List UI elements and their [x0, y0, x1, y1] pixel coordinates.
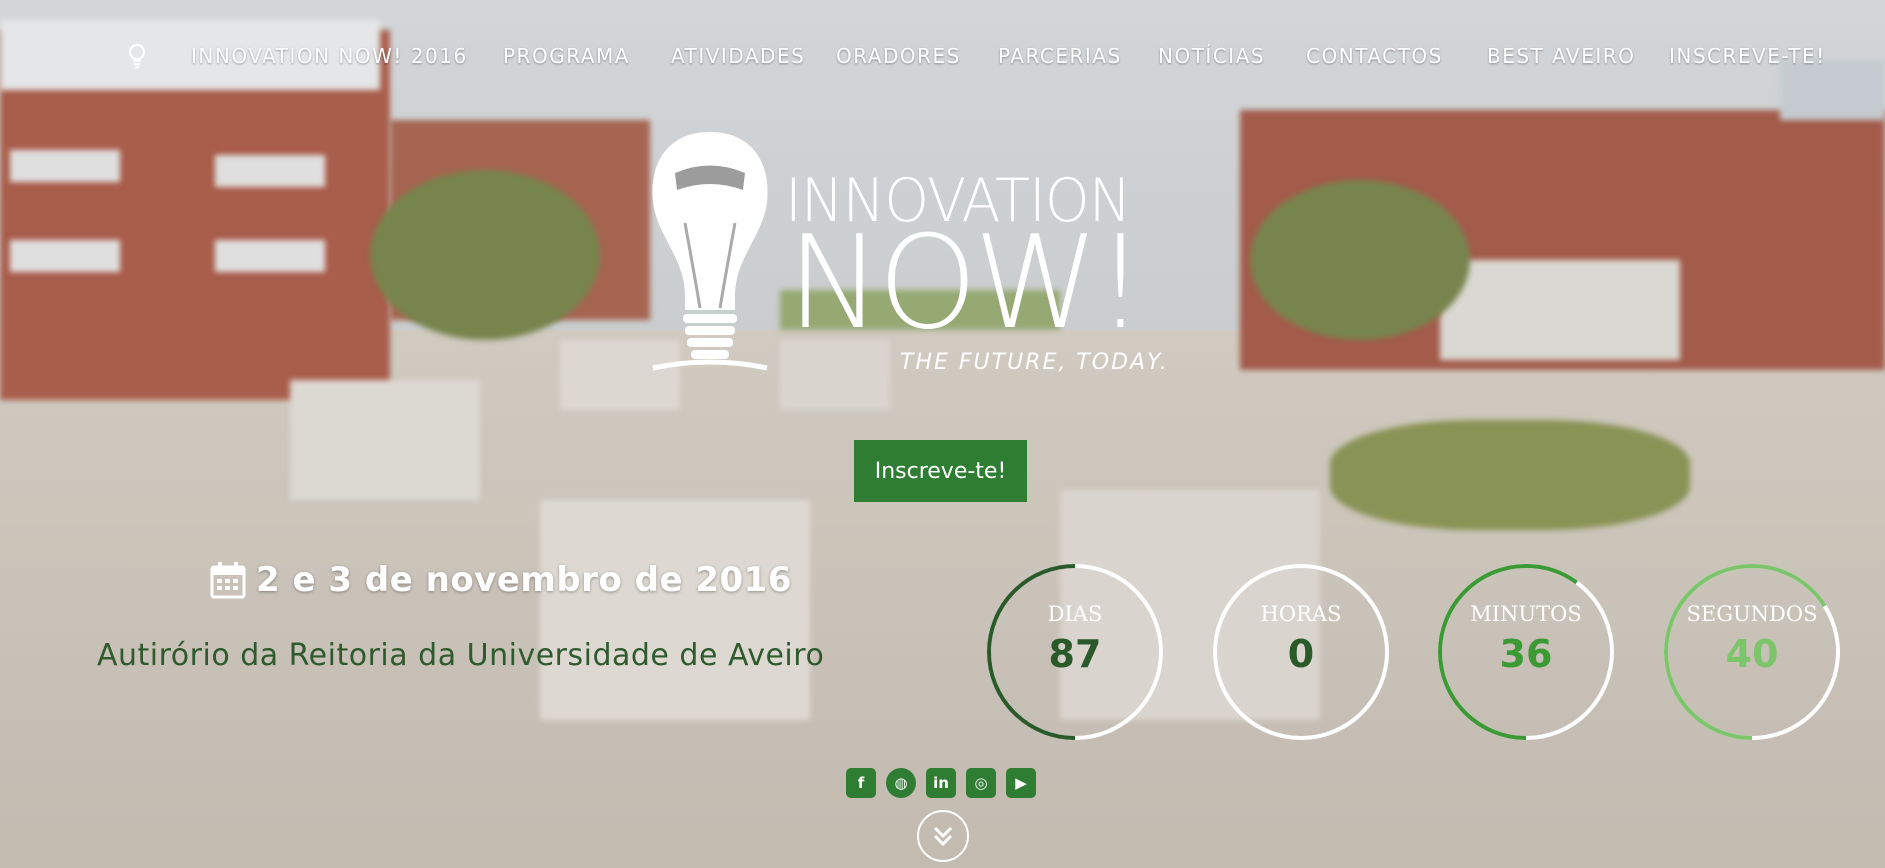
- countdown-minutes-label: MINUTOS: [1470, 602, 1582, 626]
- nav-item-inscreve-te[interactable]: INSCREVE-TE!: [1669, 44, 1826, 68]
- countdown-minutes: MINUTOS 36: [1436, 562, 1616, 742]
- logo-bulb-icon: [652, 132, 768, 371]
- countdown-days-label: DIAS: [1047, 602, 1103, 626]
- lightbulb-icon[interactable]: [128, 44, 146, 70]
- countdown-seconds-label: SEGUNDOS: [1686, 602, 1818, 626]
- register-button[interactable]: Inscreve-te!: [854, 440, 1027, 502]
- linkedin-icon[interactable]: in: [926, 768, 956, 798]
- event-venue: Autirório da Reitoria da Universidade de…: [97, 638, 825, 673]
- nav-item-oradores[interactable]: ORADORES: [836, 44, 961, 68]
- nav-item-atividades[interactable]: ATIVIDADES: [671, 44, 805, 68]
- nav-item-contactos[interactable]: CONTACTOS: [1306, 44, 1443, 68]
- scroll-down-button[interactable]: [917, 810, 969, 862]
- double-chevron-down-icon: [933, 826, 953, 847]
- nav-item-best-aveiro[interactable]: BEST AVEIRO: [1487, 44, 1635, 68]
- countdown-days-value: 87: [1048, 632, 1102, 676]
- countdown-seconds-value: 40: [1725, 632, 1779, 676]
- event-date-text: 2 e 3 de novembro de 2016: [256, 560, 792, 600]
- nav-item-programa[interactable]: PROGRAMA: [503, 44, 630, 68]
- nav-item-noticias[interactable]: NOTÍCIAS: [1158, 44, 1265, 68]
- countdown-hours-value: 0: [1287, 632, 1315, 676]
- facebook-icon[interactable]: f: [846, 768, 876, 798]
- countdown-days: DIAS 87: [985, 562, 1165, 742]
- nav-item-innovation-now-2016[interactable]: INNOVATION NOW! 2016: [191, 44, 468, 68]
- nav-item-parcerias[interactable]: PARCERIAS: [998, 44, 1122, 68]
- countdown-hours-label: HORAS: [1260, 602, 1342, 626]
- youtube-icon[interactable]: ▶: [1006, 768, 1036, 798]
- countdown-minutes-value: 36: [1499, 632, 1553, 676]
- event-logo: INNOVATION NOW! THE FUTURE, TODAY.: [645, 128, 1245, 380]
- logo-title-line2: NOW!: [787, 209, 1146, 358]
- social-links: f ◍ in ◎ ▶: [846, 768, 1036, 798]
- event-date: 2 e 3 de novembro de 2016: [210, 560, 792, 600]
- main-nav: INNOVATION NOW! 2016 PROGRAMA ATIVIDADES…: [0, 0, 1885, 115]
- countdown-hours: HORAS 0: [1211, 562, 1391, 742]
- calendar-icon: [210, 562, 246, 599]
- logo-tagline: THE FUTURE, TODAY.: [900, 350, 1169, 375]
- globe-icon[interactable]: ◍: [886, 768, 916, 798]
- countdown-seconds: SEGUNDOS 40: [1662, 562, 1842, 742]
- instagram-icon[interactable]: ◎: [966, 768, 996, 798]
